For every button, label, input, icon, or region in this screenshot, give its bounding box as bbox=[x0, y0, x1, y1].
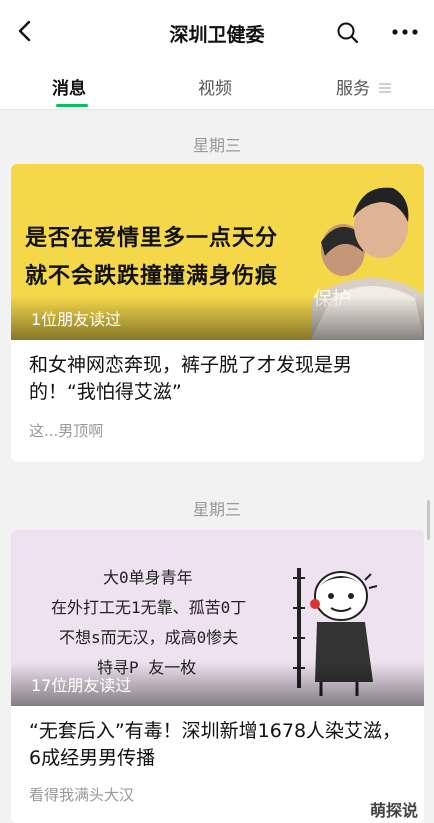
article-digest: 这...男顶啊 bbox=[29, 422, 104, 440]
navigation-bar: 深圳卫健委 bbox=[0, 0, 434, 64]
more-options-icon[interactable] bbox=[390, 22, 420, 42]
article-headline[interactable]: “无套后入”有毒！深圳新增1678人染艾滋，6成经男男传播 bbox=[29, 718, 410, 772]
scrollbar[interactable] bbox=[427, 500, 430, 540]
cover-caption-line: 是否在爱情里多一点天分 bbox=[25, 225, 279, 251]
tab-services[interactable]: 服务 bbox=[336, 74, 370, 99]
cover-caption-line: 就不会跌跌撞撞满身伤痕 bbox=[25, 263, 279, 289]
page-title: 深圳卫健委 bbox=[169, 24, 265, 46]
active-tab-indicator bbox=[56, 104, 88, 107]
date-label: 星期三 bbox=[192, 136, 241, 155]
menu-icon[interactable] bbox=[378, 82, 392, 94]
cover-caption-line: 大0单身青年 bbox=[103, 568, 193, 587]
cover-caption-line: 在外打工无1无靠、孤苦0丁 bbox=[51, 598, 247, 617]
tab-messages[interactable]: 消息 bbox=[52, 74, 86, 99]
cover-caption-line: 不想s而无汉，成高0惨夫 bbox=[59, 628, 239, 647]
article-card[interactable]: 大0单身青年 在外打工无1无靠、孤苦0丁 不想s而无汉，成高0惨夫 特寻P 友一… bbox=[11, 530, 424, 823]
article-digest: 看得我满头大汉 bbox=[29, 786, 135, 804]
article-cover-image[interactable]: 大0单身青年 在外打工无1无靠、孤苦0丁 不想s而无汉，成高0惨夫 特寻P 友一… bbox=[11, 530, 424, 706]
account-tabs: 消息 视频 服务 bbox=[0, 64, 434, 110]
date-label: 星期三 bbox=[192, 500, 241, 519]
tab-videos[interactable]: 视频 bbox=[198, 74, 232, 99]
watermark-logo: 萌探说 bbox=[370, 801, 419, 820]
friends-read-count: 17位朋友读过 bbox=[31, 676, 132, 695]
friends-read-count: 1位朋友读过 bbox=[31, 310, 122, 329]
article-card[interactable]: 是否在爱情里多一点天分 就不会跌跌撞撞满身伤痕 保护 1位朋友读过 和女神网恋奔… bbox=[11, 164, 424, 462]
article-cover-image[interactable]: 是否在爱情里多一点天分 就不会跌跌撞撞满身伤痕 保护 1位朋友读过 bbox=[11, 164, 424, 340]
article-headline[interactable]: 和女神网恋奔现，裤子脱了才发现是男的！“我怕得艾滋” bbox=[29, 352, 410, 406]
search-icon[interactable] bbox=[336, 21, 360, 45]
